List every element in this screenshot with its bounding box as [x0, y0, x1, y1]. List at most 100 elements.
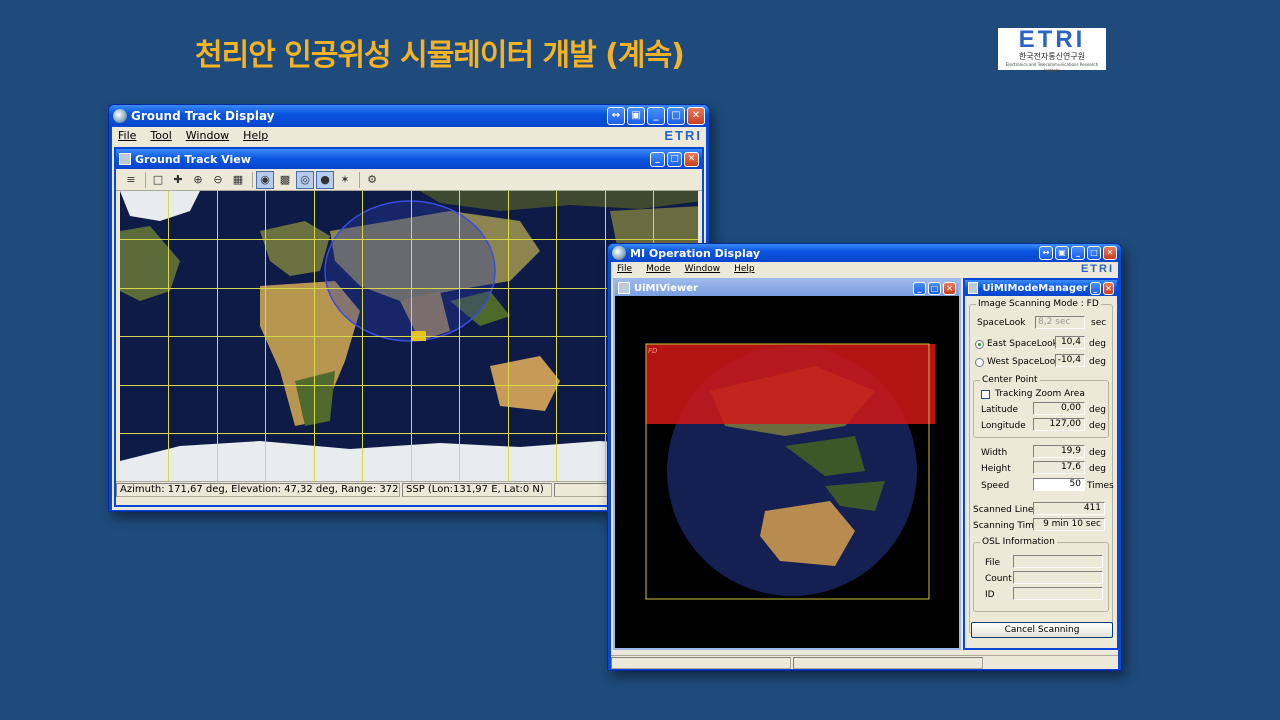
west-spacelook-unit: deg	[1089, 357, 1106, 367]
fd-frame-label: FD	[648, 347, 658, 355]
mi-scan-view[interactable]: FD	[615, 296, 959, 648]
menu-mode[interactable]: Mode	[646, 264, 671, 274]
status-azimuth: Azimuth: 171,67 deg, Elevation: 47,32 de…	[116, 482, 400, 497]
close-button[interactable]: ✕	[943, 281, 956, 295]
west-spacelook-radio[interactable]	[975, 358, 984, 367]
east-spacelook-label: East SpaceLook	[987, 339, 1058, 349]
latitude-label: Latitude	[981, 405, 1019, 415]
ground-track-display-titlebar[interactable]: Ground Track Display ↔ ▣ _ □ ✕	[109, 105, 709, 127]
scanning-mode-label: Image Scanning Mode : FD	[976, 299, 1101, 309]
slide-title: 천리안 인공위성 시뮬레이터 개발 (계속)	[195, 38, 685, 73]
satellite-icon[interactable]: ✶	[336, 171, 354, 189]
maximize-button[interactable]: □	[1087, 246, 1101, 260]
scanning-time-label: Scanning Time	[973, 521, 1040, 531]
menu-window[interactable]: Window	[685, 264, 721, 274]
minimize-button[interactable]: _	[647, 107, 665, 125]
status-ssp: SSP (Lon:131,97 E, Lat:0 N)	[402, 482, 552, 497]
speed-input[interactable]: 50	[1033, 478, 1085, 491]
close-button[interactable]: ✕	[1103, 246, 1117, 260]
satellite-app-icon	[113, 109, 127, 123]
ground-track-view-titlebar[interactable]: Ground Track View _ □ ✕	[116, 149, 702, 169]
west-spacelook-label: West SpaceLook	[987, 357, 1061, 367]
east-spacelook-unit: deg	[1089, 339, 1106, 349]
pan-icon[interactable]: ✚	[169, 171, 187, 189]
window-title: MI Operation Display	[630, 246, 760, 260]
mi-operation-display-window: MI Operation Display ↔ ▣ _ □ ✕ File Mode…	[607, 243, 1122, 671]
child-window-title: Ground Track View	[135, 152, 251, 166]
mi-mode-manager-window: UiMIModeManager _ ✕ Image Scanning Mode …	[963, 278, 1119, 650]
menu-file[interactable]: File	[118, 129, 136, 142]
zoom-area-icon[interactable]: ▦	[229, 171, 247, 189]
etri-brand: ETRI	[1080, 263, 1114, 275]
scanned-line-value: 411	[1033, 502, 1105, 515]
osl-file-label: File	[985, 558, 1001, 568]
window-title: Ground Track Display	[131, 109, 275, 123]
tracking-zoom-label: Tracking Zoom Area	[995, 389, 1085, 399]
globe-view-icon[interactable]: ◉	[256, 170, 274, 189]
minimize-button[interactable]: _	[913, 281, 926, 295]
menu-help[interactable]: Help	[734, 264, 755, 274]
latitude-unit: deg	[1089, 405, 1106, 415]
minimize-button[interactable]: _	[1071, 246, 1085, 260]
osl-info-label: OSL Information	[980, 537, 1057, 547]
restore-tile-icon[interactable]: ↔	[607, 107, 625, 125]
speed-label: Speed	[981, 481, 1010, 491]
close-button[interactable]: ✕	[1102, 281, 1115, 295]
menu-file[interactable]: File	[617, 264, 632, 274]
longitude-value: 127,00	[1033, 418, 1085, 431]
osl-count-label: Count	[985, 574, 1012, 584]
height-value: 17,6	[1033, 461, 1085, 474]
settings-icon[interactable]: ⚙	[363, 171, 381, 189]
mode-manager-icon	[968, 282, 979, 294]
fit-view-icon[interactable]: □	[149, 171, 167, 189]
maximize-button[interactable]: □	[928, 281, 941, 295]
earth-disk-graphic: FD	[645, 343, 935, 600]
scanning-time-value: 9 min 10 sec	[1033, 518, 1105, 531]
menu-help[interactable]: Help	[243, 129, 268, 142]
longitude-label: Longitude	[981, 421, 1026, 431]
text-tool-icon[interactable]: ≡	[122, 171, 140, 189]
east-spacelook-radio[interactable]	[975, 340, 984, 349]
zoom-out-icon[interactable]: ⊖	[209, 171, 227, 189]
mode-manager-titlebar[interactable]: UiMIModeManager _ ✕	[965, 280, 1117, 296]
menubar: File Mode Window Help ETRI	[611, 262, 1118, 276]
etri-logo-text: ETRI	[1018, 26, 1086, 53]
window-layout-icon[interactable]: ▣	[1055, 246, 1069, 260]
speed-unit: Times	[1087, 481, 1114, 491]
status-cell	[611, 656, 791, 669]
earth-icon[interactable]: ●	[316, 170, 334, 189]
scanned-line-label: Scanned Line	[973, 505, 1034, 515]
grid-globe-icon[interactable]: ◎	[296, 170, 314, 189]
mode-manager-title: UiMIModeManager	[982, 282, 1088, 294]
window-layout-icon[interactable]: ▣	[627, 107, 645, 125]
minimize-button[interactable]: _	[650, 151, 665, 167]
toolbar-separator	[252, 171, 253, 188]
view-window-icon	[119, 153, 131, 165]
spacelook-label: SpaceLook	[977, 318, 1026, 328]
map-view-icon[interactable]: ▩	[276, 171, 294, 189]
height-unit: deg	[1089, 464, 1106, 474]
maximize-button[interactable]: □	[667, 107, 685, 125]
close-button[interactable]: ✕	[687, 107, 705, 125]
longitude-unit: deg	[1089, 421, 1106, 431]
zoom-in-icon[interactable]: ⊕	[189, 171, 207, 189]
center-point-label: Center Point	[980, 375, 1040, 385]
mi-viewer-titlebar[interactable]: UiMIViewer _ □ ✕	[615, 280, 959, 296]
mi-operation-display-titlebar[interactable]: MI Operation Display ↔ ▣ _ □ ✕	[608, 244, 1121, 262]
close-button[interactable]: ✕	[684, 151, 699, 167]
toolbar-separator	[359, 171, 360, 188]
menu-window[interactable]: Window	[186, 129, 229, 142]
maximize-button[interactable]: □	[667, 151, 682, 167]
tracking-zoom-checkbox[interactable]	[981, 390, 990, 399]
cancel-scanning-button[interactable]: Cancel Scanning	[971, 622, 1113, 638]
restore-tile-icon[interactable]: ↔	[1039, 246, 1053, 260]
spacelook-select[interactable]: 8,2 sec	[1035, 316, 1085, 329]
osl-count-value	[1013, 571, 1103, 584]
east-spacelook-value: 10,4	[1055, 336, 1085, 349]
status-cell	[793, 656, 983, 669]
toolbar-separator	[145, 171, 146, 188]
menu-tool[interactable]: Tool	[150, 129, 171, 142]
osl-file-value	[1013, 555, 1103, 568]
mi-viewer-window: UiMIViewer _ □ ✕ FD	[613, 278, 961, 650]
minimize-button[interactable]: _	[1089, 281, 1101, 295]
